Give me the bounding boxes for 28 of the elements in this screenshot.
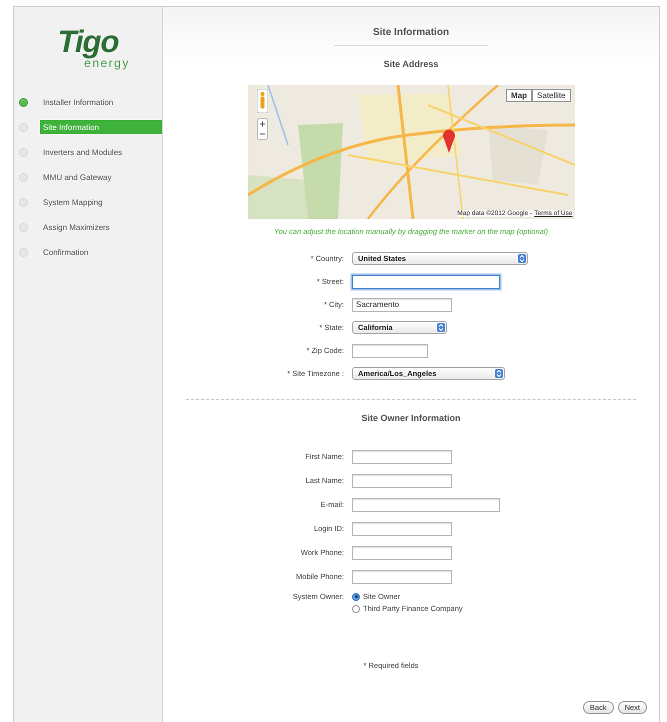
input-field[interactable] [352, 522, 452, 536]
input-field[interactable] [352, 274, 500, 288]
map-type-button[interactable]: Map [506, 89, 532, 102]
caret-icon [495, 369, 503, 378]
section-heading: Site Address [384, 59, 438, 69]
page-title: Site Information [372, 27, 450, 38]
input-field[interactable]: Sacramento [352, 298, 452, 312]
radio-icon[interactable] [352, 604, 360, 612]
logo-subtitle: energy [84, 57, 130, 69]
input-field[interactable] [352, 450, 452, 464]
caret-icon [437, 323, 445, 332]
sidebar-item[interactable]: Assign Maximizers [40, 220, 162, 234]
input-field[interactable] [352, 474, 452, 488]
logo-text: Tigo [58, 27, 118, 57]
input-field[interactable] [352, 344, 428, 358]
sidebar-item[interactable]: Installer Information [40, 95, 162, 109]
section-heading: Site Owner Information [361, 413, 460, 423]
input-field[interactable] [352, 546, 452, 560]
input-field[interactable] [352, 498, 500, 512]
sidebar-item[interactable]: Inverters and Modules [40, 145, 162, 159]
zoom-control-icon[interactable] [256, 118, 268, 140]
sidebar-item[interactable]: System Mapping [40, 195, 162, 209]
sidebar-item[interactable]: MMU and Gateway [40, 170, 162, 184]
sidebar-item[interactable]: Confirmation [40, 245, 162, 259]
caret-icon [518, 254, 526, 263]
radio-icon[interactable] [352, 592, 360, 600]
map-type-button[interactable]: Satellite [532, 89, 570, 102]
input-field[interactable] [352, 570, 452, 584]
